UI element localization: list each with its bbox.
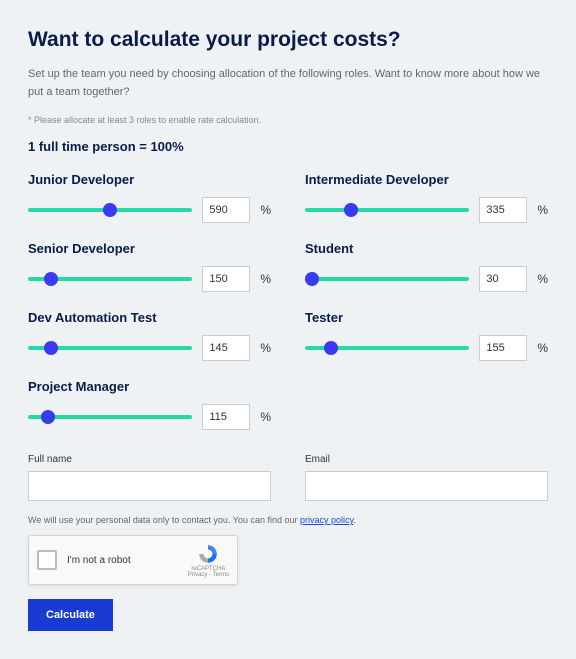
- allocation-value-input[interactable]: [479, 197, 527, 223]
- slider-thumb[interactable]: [305, 272, 319, 286]
- percent-label: %: [260, 272, 271, 286]
- privacy-policy-link[interactable]: privacy policy: [300, 515, 353, 525]
- slider-thumb[interactable]: [44, 341, 58, 355]
- role-label: Senior Developer: [28, 241, 271, 256]
- percent-label: %: [260, 341, 271, 355]
- slider-track: [305, 277, 469, 281]
- role-label: Intermediate Developer: [305, 172, 548, 187]
- allocation-value-input[interactable]: [202, 335, 250, 361]
- role-allocator: Project Manager %: [28, 379, 271, 430]
- percent-label: %: [537, 203, 548, 217]
- slider-thumb[interactable]: [41, 410, 55, 424]
- page-title: Want to calculate your project costs?: [28, 28, 548, 52]
- slider-thumb[interactable]: [103, 203, 117, 217]
- recaptcha-checkbox[interactable]: [37, 550, 57, 570]
- fullname-input[interactable]: [28, 471, 271, 501]
- allocation-slider[interactable]: [305, 270, 469, 288]
- email-input[interactable]: [305, 471, 548, 501]
- slider-thumb[interactable]: [344, 203, 358, 217]
- role-allocator: Intermediate Developer %: [305, 172, 548, 223]
- email-label: Email: [305, 454, 548, 465]
- role-allocator: Senior Developer %: [28, 241, 271, 292]
- allocation-slider[interactable]: [28, 201, 192, 219]
- allocation-value-input[interactable]: [202, 404, 250, 430]
- allocation-value-input[interactable]: [202, 266, 250, 292]
- equivalence-text: 1 full time person = 100%: [28, 139, 548, 154]
- slider-thumb[interactable]: [324, 341, 338, 355]
- privacy-text: We will use your personal data only to c…: [28, 515, 548, 525]
- allocation-note: * Please allocate at least 3 roles to en…: [28, 115, 548, 125]
- recaptcha-label: I'm not a robot: [67, 555, 178, 566]
- allocation-slider[interactable]: [305, 339, 469, 357]
- allocation-value-input[interactable]: [479, 335, 527, 361]
- role-allocator: Dev Automation Test %: [28, 310, 271, 361]
- slider-track: [305, 208, 469, 212]
- role-allocator: Student %: [305, 241, 548, 292]
- recaptcha-widget[interactable]: I'm not a robot reCAPTCHA Privacy - Term…: [28, 535, 238, 585]
- allocation-slider[interactable]: [305, 201, 469, 219]
- fullname-label: Full name: [28, 454, 271, 465]
- allocation-slider[interactable]: [28, 339, 192, 357]
- allocation-slider[interactable]: [28, 408, 192, 426]
- percent-label: %: [537, 341, 548, 355]
- allocation-value-input[interactable]: [202, 197, 250, 223]
- allocation-value-input[interactable]: [479, 266, 527, 292]
- role-allocator: Tester %: [305, 310, 548, 361]
- allocation-slider[interactable]: [28, 270, 192, 288]
- role-label: Tester: [305, 310, 548, 325]
- role-label: Project Manager: [28, 379, 271, 394]
- percent-label: %: [260, 410, 271, 424]
- calculate-button[interactable]: Calculate: [28, 599, 113, 631]
- role-allocator: Junior Developer %: [28, 172, 271, 223]
- slider-thumb[interactable]: [44, 272, 58, 286]
- role-label: Dev Automation Test: [28, 310, 271, 325]
- recaptcha-icon: [197, 543, 219, 565]
- role-label: Student: [305, 241, 548, 256]
- intro-text: Set up the team you need by choosing all…: [28, 66, 548, 101]
- percent-label: %: [537, 272, 548, 286]
- role-label: Junior Developer: [28, 172, 271, 187]
- percent-label: %: [260, 203, 271, 217]
